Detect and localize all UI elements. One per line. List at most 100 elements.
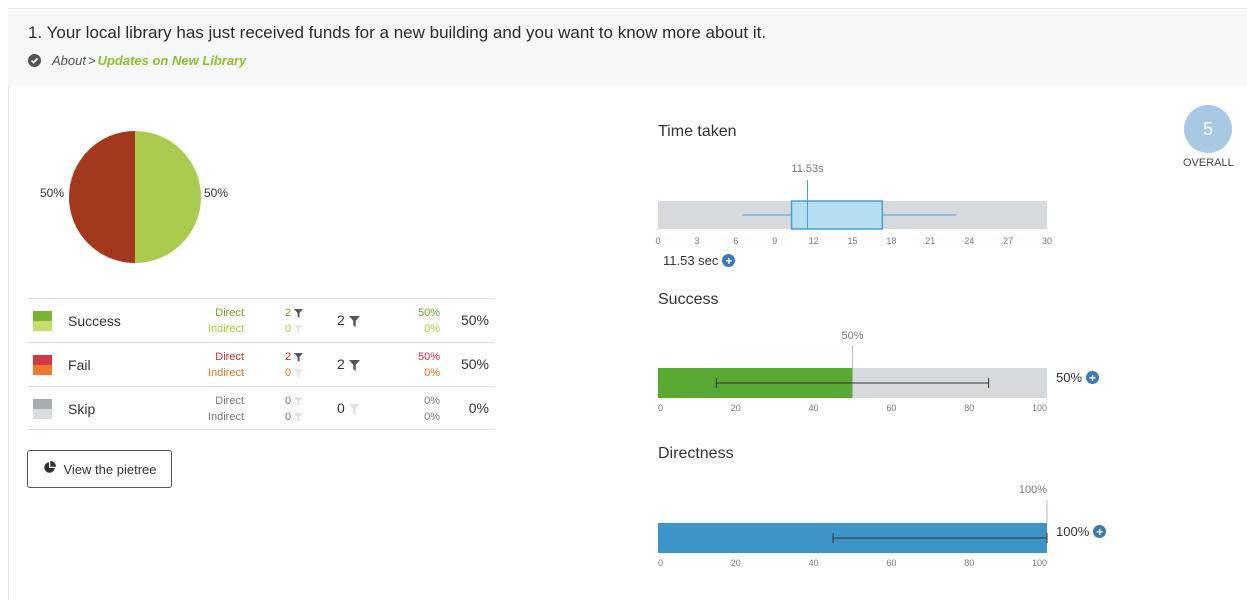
indirect-label: Indirect: [207, 411, 244, 423]
filter-icon[interactable]: [294, 351, 304, 363]
success-tick-label: 20: [731, 403, 741, 413]
result-total: 2: [337, 312, 360, 328]
result-counts: 2 0: [285, 349, 315, 381]
success-value: 50% +: [1056, 370, 1100, 385]
result-label: Skip: [68, 401, 96, 417]
pie-label-left: 50%: [40, 186, 65, 200]
result-sub-percentages: 50% 0%: [402, 305, 440, 337]
directness-tick-label: 100: [1032, 558, 1047, 568]
filter-icon[interactable]: [294, 395, 304, 407]
check-circle-icon: [28, 54, 41, 67]
pie-slice-success: [135, 131, 201, 263]
pie-slice-fail: [69, 131, 135, 263]
indirect-pct: 0%: [424, 323, 440, 335]
directness-tick-label: 60: [886, 558, 896, 568]
time-taken-title: Time taken: [658, 123, 737, 140]
time-box: [790, 200, 884, 230]
success-tick-label: 60: [886, 403, 896, 413]
result-percentage: 50%: [460, 312, 489, 328]
result-percentage: 50%: [460, 356, 489, 372]
time-taken-value: 11.53 sec +: [663, 253, 736, 268]
breadcrumb-separator: >: [87, 53, 96, 68]
directness-tick-label: 20: [731, 558, 741, 568]
result-swatch: [33, 399, 52, 419]
indirect-label: Indirect: [207, 367, 244, 379]
success-title: Success: [658, 291, 719, 308]
success-tick-label: 40: [809, 403, 819, 413]
result-type-labels: Direct Indirect: [177, 305, 244, 337]
indirect-pct: 0%: [424, 411, 440, 423]
indirect-pct: 0%: [424, 367, 440, 379]
result-label: Fail: [68, 357, 91, 373]
result-total-count: 2: [337, 312, 345, 328]
filter-icon[interactable]: [294, 307, 304, 319]
filter-icon[interactable]: [294, 411, 304, 423]
result-row-fail: Fail Direct Indirect 2 0 2 50% 0% 50%: [27, 342, 494, 386]
directness-title: Directness: [658, 445, 734, 462]
directness-chart: 100% 0 20 40 60 80 100: [650, 480, 1070, 580]
results-pie-chart: [68, 130, 202, 269]
overall-label: OVERALL: [1183, 157, 1234, 169]
plus-circle-icon[interactable]: +: [1093, 525, 1107, 538]
overall-score-badge: 5: [1184, 105, 1232, 153]
result-type-labels: Direct Indirect: [177, 393, 244, 425]
pie-chart-icon: [43, 460, 56, 477]
time-tick-label: 27: [1003, 236, 1013, 246]
time-tick-label: 30: [1042, 236, 1052, 246]
content-divider: [8, 86, 9, 600]
time-tick-label: 15: [847, 236, 857, 246]
task-question: 1. Your local library has just received …: [28, 23, 767, 42]
directness-tick-label: 80: [964, 558, 974, 568]
task-header: 1. Your local library has just received …: [8, 8, 1247, 86]
result-total: 2: [337, 356, 360, 372]
plus-circle-icon[interactable]: +: [722, 254, 736, 267]
result-swatch: [33, 355, 52, 375]
directness-marker-label: 100%: [1019, 484, 1047, 496]
time-taken-chart: 11.53s 0 3 6 9 12 15 18 21 24 27 30: [650, 155, 1070, 255]
direct-pct: 0%: [424, 395, 440, 407]
result-sub-percentages: 50% 0%: [402, 349, 440, 381]
success-tick-label: 100: [1032, 403, 1047, 413]
breadcrumb-parent: About: [52, 53, 86, 68]
filter-icon[interactable]: [348, 356, 360, 372]
result-swatch: [33, 311, 52, 331]
time-tick-label: 21: [925, 236, 935, 246]
directness-value-text: 100%: [1056, 524, 1090, 539]
direct-label: Direct: [215, 351, 244, 363]
direct-label: Direct: [215, 395, 244, 407]
direct-pct: 50%: [417, 307, 440, 319]
direct-count: 0: [285, 395, 292, 407]
time-tick-label: 3: [694, 236, 699, 246]
result-total-count: 2: [337, 356, 345, 372]
breadcrumb-current[interactable]: Updates on New Library: [98, 53, 247, 68]
directness-tick-label: 0: [658, 558, 663, 568]
directness-tick-label: 40: [809, 558, 819, 568]
indirect-count: 0: [285, 367, 292, 379]
success-value-text: 50%: [1056, 370, 1083, 385]
indirect-label: Indirect: [207, 323, 244, 335]
view-pietree-button[interactable]: View the pietree: [27, 450, 172, 488]
time-tick-label: 24: [964, 236, 974, 246]
time-tick-label: 18: [886, 236, 896, 246]
direct-label: Direct: [215, 307, 244, 319]
result-sub-percentages: 0% 0%: [402, 393, 440, 425]
filter-icon[interactable]: [348, 312, 360, 328]
time-tick-label: 9: [772, 236, 777, 246]
filter-icon[interactable]: [294, 323, 304, 335]
success-tick-label: 80: [964, 403, 974, 413]
time-tick-label: 12: [809, 236, 819, 246]
breadcrumb: About > Updates on New Library: [28, 53, 246, 68]
direct-count: 2: [285, 351, 292, 363]
filter-icon[interactable]: [294, 367, 304, 379]
result-row-success: Success Direct Indirect 2 0 2 50% 0% 50%: [27, 298, 494, 342]
result-type-labels: Direct Indirect: [177, 349, 244, 381]
time-median-label: 11.53s: [791, 163, 824, 175]
direct-count: 2: [285, 307, 292, 319]
success-tick-label: 0: [658, 403, 663, 413]
result-total: 0: [337, 400, 360, 416]
plus-circle-icon[interactable]: +: [1086, 371, 1100, 384]
success-marker-label: 50%: [841, 330, 863, 342]
filter-icon[interactable]: [348, 400, 360, 416]
result-percentage: 0%: [468, 400, 489, 416]
time-taken-value-text: 11.53 sec: [663, 253, 719, 268]
